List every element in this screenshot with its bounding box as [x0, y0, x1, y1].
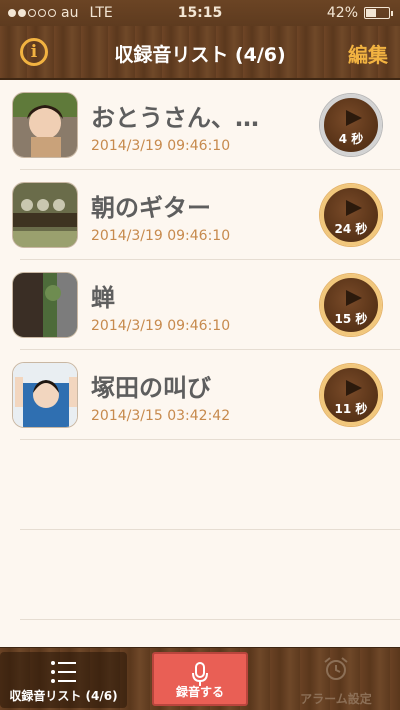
status-bar: au LTE 15:15 42% — [0, 0, 400, 26]
play-icon — [346, 380, 362, 396]
list-item[interactable]: 塚田の叫び 2014/3/15 03:42:42 11 秒 — [0, 350, 400, 440]
battery-percent: 42% — [326, 5, 358, 21]
list-item[interactable]: 朝のギター 2014/3/19 09:46:10 24 秒 — [0, 170, 400, 260]
recording-date: 2014/3/19 09:46:10 — [91, 318, 231, 334]
recording-thumbnail — [12, 92, 78, 158]
recording-list: おとうさん、… 2014/3/19 09:46:10 4 秒 朝のギター 201… — [0, 80, 400, 647]
recording-thumbnail — [12, 182, 78, 248]
duration-label: 11 秒 — [334, 402, 368, 416]
tab-label: 録音する — [175, 685, 224, 699]
play-button[interactable]: 11 秒 — [320, 364, 382, 426]
alarm-clock-icon — [324, 657, 348, 680]
recording-title: 蝉 — [91, 284, 115, 312]
duration-label: 4 秒 — [338, 132, 364, 146]
recording-date: 2014/3/19 09:46:10 — [91, 228, 231, 244]
recording-thumbnail — [12, 272, 78, 338]
edit-button[interactable]: 編集 — [348, 39, 388, 68]
app-screen: au LTE 15:15 42% i 収録音リスト (4/6) 編集 おとうさん… — [0, 0, 400, 710]
recording-date: 2014/3/19 09:46:10 — [91, 138, 231, 154]
battery-icon — [364, 7, 393, 19]
tab-record[interactable]: 録音する — [152, 652, 248, 706]
list-icon — [50, 661, 76, 683]
recording-thumbnail — [12, 362, 78, 428]
list-item[interactable]: おとうさん、… 2014/3/19 09:46:10 4 秒 — [0, 80, 400, 170]
recording-title: 塚田の叫び — [91, 374, 211, 402]
play-icon — [346, 110, 362, 126]
tab-label: 収録音リスト (4/6) — [9, 689, 118, 703]
recording-title: おとうさん、… — [91, 104, 259, 132]
page-title: 収録音リスト (4/6) — [114, 44, 286, 66]
recording-date: 2014/3/15 03:42:42 — [91, 408, 231, 424]
play-icon — [346, 290, 362, 306]
play-icon — [346, 200, 362, 216]
tab-bar: 収録音リスト (4/6) 録音する アラーム設定 — [0, 647, 400, 710]
duration-label: 24 秒 — [334, 222, 368, 236]
recording-title: 朝のギター — [91, 194, 211, 222]
play-button[interactable]: 15 秒 — [320, 274, 382, 336]
tab-label: アラーム設定 — [300, 692, 372, 706]
row-divider — [20, 439, 400, 440]
tab-alarm-settings[interactable]: アラーム設定 — [272, 648, 400, 710]
duration-label: 15 秒 — [334, 312, 368, 326]
navigation-bar: i 収録音リスト (4/6) 編集 — [0, 26, 400, 80]
empty-row-divider — [20, 529, 400, 530]
play-button[interactable]: 4 秒 — [320, 94, 382, 156]
tab-recording-list[interactable]: 収録音リスト (4/6) — [0, 652, 127, 708]
list-item[interactable]: 蝉 2014/3/19 09:46:10 15 秒 — [0, 260, 400, 350]
play-button[interactable]: 24 秒 — [320, 184, 382, 246]
empty-row-divider — [20, 619, 400, 620]
